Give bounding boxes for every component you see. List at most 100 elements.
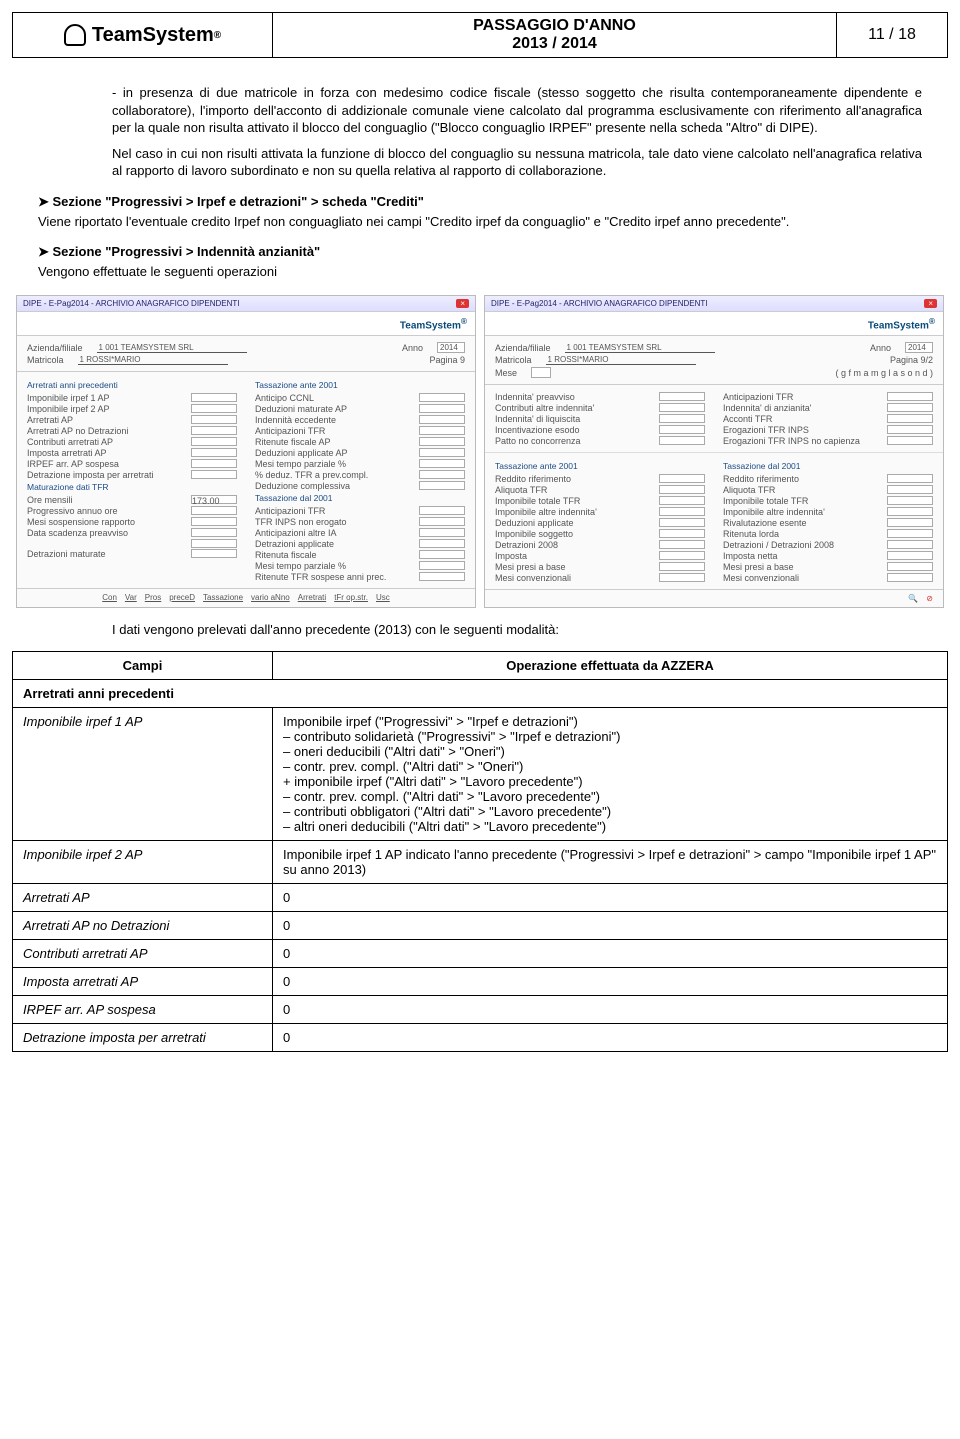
field-input[interactable] <box>887 518 933 527</box>
field-input[interactable] <box>887 474 933 483</box>
field-input[interactable] <box>419 528 465 537</box>
row-value: Imponibile irpef ("Progressivi" > "Irpef… <box>273 708 948 841</box>
field-input[interactable] <box>887 496 933 505</box>
field-input[interactable] <box>419 572 465 581</box>
field-input[interactable] <box>887 529 933 538</box>
matricola-value[interactable]: 1 ROSSI*MARIO <box>546 355 696 365</box>
field-input[interactable] <box>419 404 465 413</box>
field-input[interactable] <box>659 474 705 483</box>
field-input[interactable] <box>887 403 933 412</box>
close-btn[interactable]: ⊘ <box>926 594 933 603</box>
field-input[interactable] <box>191 539 237 548</box>
field-input[interactable] <box>191 459 237 468</box>
field-input[interactable] <box>191 549 237 558</box>
field-input[interactable] <box>659 562 705 571</box>
field-input[interactable] <box>659 540 705 549</box>
matricola-label: Matricola <box>495 355 532 365</box>
field-input[interactable] <box>419 393 465 402</box>
field-input[interactable] <box>419 426 465 435</box>
field-input[interactable] <box>659 518 705 527</box>
footer-button[interactable]: Arretrati <box>298 593 326 602</box>
footer-button[interactable]: Usc <box>376 593 390 602</box>
col-l2: Tassazione ante 2001 Anticipo CCNLDeduzi… <box>255 378 465 582</box>
field-input[interactable] <box>659 392 705 401</box>
field-input[interactable] <box>419 561 465 570</box>
field-input[interactable] <box>419 517 465 526</box>
field-input[interactable]: 173.00 <box>191 495 237 504</box>
field-input[interactable] <box>191 528 237 537</box>
value-line: 0 <box>283 946 937 961</box>
field-input[interactable] <box>191 470 237 479</box>
brand-text: TeamSystem <box>92 24 214 47</box>
field-label: Imponibile altre indennita' <box>723 507 883 517</box>
field-input[interactable] <box>659 436 705 445</box>
azienda-value[interactable]: 1 001 TEAMSYSTEM SRL <box>565 343 715 353</box>
search-icon[interactable]: 🔍 <box>908 594 918 603</box>
azienda-value[interactable]: 1 001 TEAMSYSTEM SRL <box>97 343 247 353</box>
field-label: Aliquota TFR <box>495 485 655 495</box>
field-input[interactable] <box>419 550 465 559</box>
footer-button[interactable]: Var <box>125 593 137 602</box>
field-input[interactable] <box>887 551 933 560</box>
close-icon[interactable]: × <box>456 299 469 308</box>
field-input[interactable] <box>419 437 465 446</box>
field-input[interactable] <box>419 506 465 515</box>
field-input[interactable] <box>191 517 237 526</box>
cols-right-bottom: Tassazione ante 2001 Reddito riferimento… <box>485 452 943 589</box>
field-input[interactable] <box>659 425 705 434</box>
matricola-value[interactable]: 1 ROSSI*MARIO <box>78 355 228 365</box>
field-row: Imponibile irpef 2 AP <box>27 403 237 414</box>
field-input[interactable] <box>887 436 933 445</box>
close-icon[interactable]: × <box>924 299 937 308</box>
value-line: – contr. prev. compl. ("Altri dati" > "L… <box>283 789 937 804</box>
field-input[interactable] <box>419 448 465 457</box>
field-input[interactable] <box>887 573 933 582</box>
field-input[interactable] <box>419 459 465 468</box>
mese-value[interactable] <box>531 367 551 378</box>
field-input[interactable] <box>887 425 933 434</box>
field-input[interactable] <box>659 496 705 505</box>
footer-button[interactable]: preceD <box>169 593 195 602</box>
field-input[interactable] <box>659 485 705 494</box>
field-input[interactable] <box>887 414 933 423</box>
field-input[interactable] <box>191 448 237 457</box>
anno-value[interactable]: 2014 <box>905 342 933 353</box>
field-input[interactable] <box>419 539 465 548</box>
field-input[interactable] <box>419 415 465 424</box>
field-input[interactable] <box>191 437 237 446</box>
field-input[interactable] <box>659 414 705 423</box>
field-input[interactable] <box>887 485 933 494</box>
field-row: Erogazioni TFR INPS <box>723 424 933 435</box>
field-input[interactable] <box>887 562 933 571</box>
right-top-right: Anticipazioni TFRIndennita' di anzianita… <box>723 391 933 446</box>
footer-button[interactable]: Tassazione <box>203 593 243 602</box>
group-tass-ante-fields: Anticipo CCNLDeduzioni maturate APIndenn… <box>255 392 465 491</box>
field-input[interactable] <box>659 573 705 582</box>
field-input[interactable] <box>887 392 933 401</box>
field-input[interactable] <box>659 529 705 538</box>
field-input[interactable] <box>191 404 237 413</box>
field-input[interactable] <box>191 426 237 435</box>
footer-button[interactable]: Pros <box>145 593 161 602</box>
field-input[interactable] <box>191 506 237 515</box>
field-input[interactable] <box>659 403 705 412</box>
field-row: Data scadenza preavviso <box>27 527 237 538</box>
field-input[interactable] <box>887 507 933 516</box>
field-row: Arretrati AP <box>27 414 237 425</box>
anno-value[interactable]: 2014 <box>437 342 465 353</box>
field-input[interactable] <box>191 393 237 402</box>
section1-title: Sezione "Progressivi > Irpef e detrazion… <box>38 194 922 210</box>
footer-button[interactable]: vario aNno <box>251 593 290 602</box>
field-input[interactable] <box>419 470 465 479</box>
field-input[interactable] <box>419 481 465 490</box>
field-input[interactable] <box>191 415 237 424</box>
footer-button[interactable]: tFr op.str. <box>334 593 368 602</box>
row-label: Imponibile irpef 2 AP <box>13 841 273 884</box>
footer-button[interactable]: Con <box>102 593 117 602</box>
field-input[interactable] <box>659 507 705 516</box>
field-input[interactable] <box>659 551 705 560</box>
field-label: Deduzioni applicate <box>495 518 655 528</box>
field-input[interactable] <box>887 540 933 549</box>
field-row: Anticipazioni altre IA <box>255 527 465 538</box>
field-label: Mesi tempo parziale % <box>255 459 415 469</box>
